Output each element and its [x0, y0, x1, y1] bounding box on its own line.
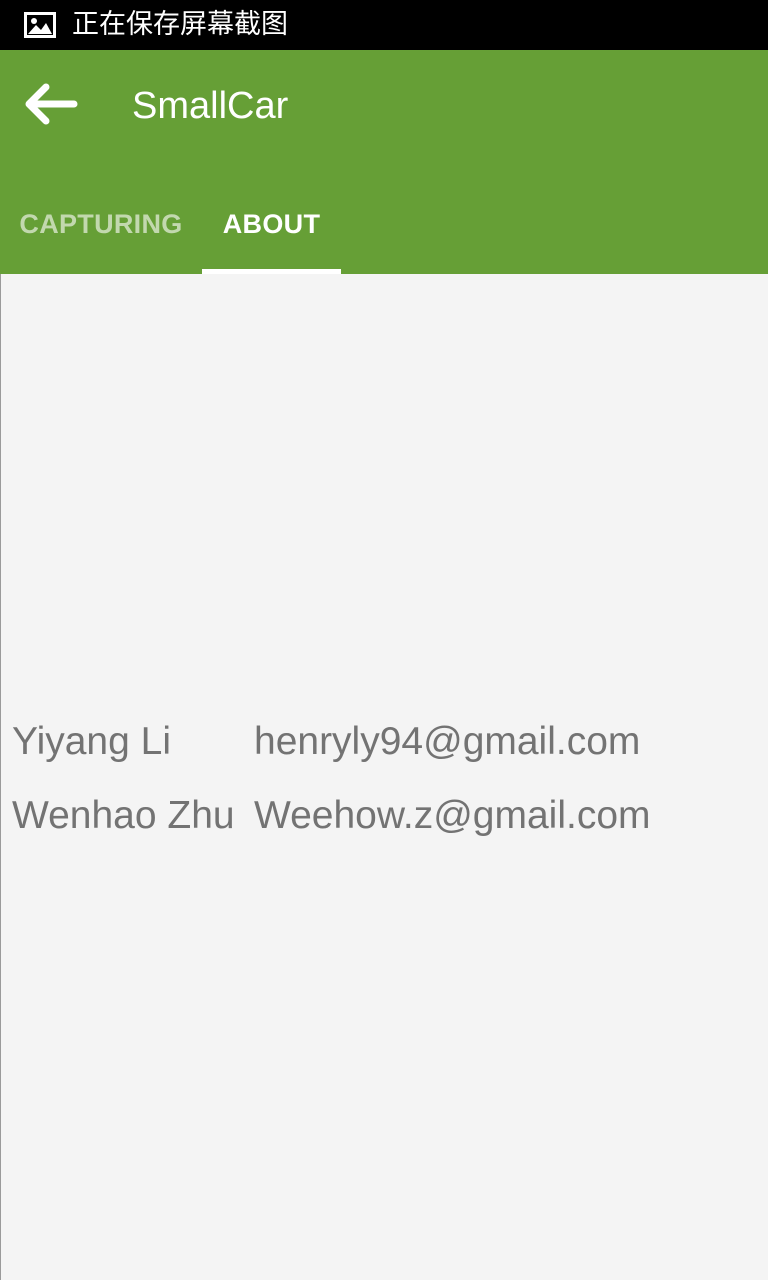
about-content: Yiyang Li henryly94@gmail.com Wenhao Zhu…	[0, 274, 768, 1280]
arrow-left-icon	[22, 82, 78, 130]
tab-about[interactable]: ABOUT	[202, 174, 341, 274]
image-icon	[24, 12, 56, 38]
contact-email: henryly94@gmail.com	[254, 720, 641, 763]
page-title: SmallCar	[132, 85, 289, 127]
status-bar: 正在保存屏幕截图	[0, 0, 768, 50]
back-button[interactable]	[14, 76, 86, 136]
app-bar: SmallCar CAPTURING ABOUT	[0, 50, 768, 274]
contact-email: Weehow.z@gmail.com	[254, 794, 651, 837]
status-notification-text: 正在保存屏幕截图	[72, 9, 288, 40]
tab-bar: CAPTURING ABOUT	[0, 174, 768, 274]
contact-name: Yiyang Li	[12, 720, 171, 763]
contact-name: Wenhao Zhu	[12, 794, 235, 837]
tab-capturing[interactable]: CAPTURING	[0, 174, 202, 274]
